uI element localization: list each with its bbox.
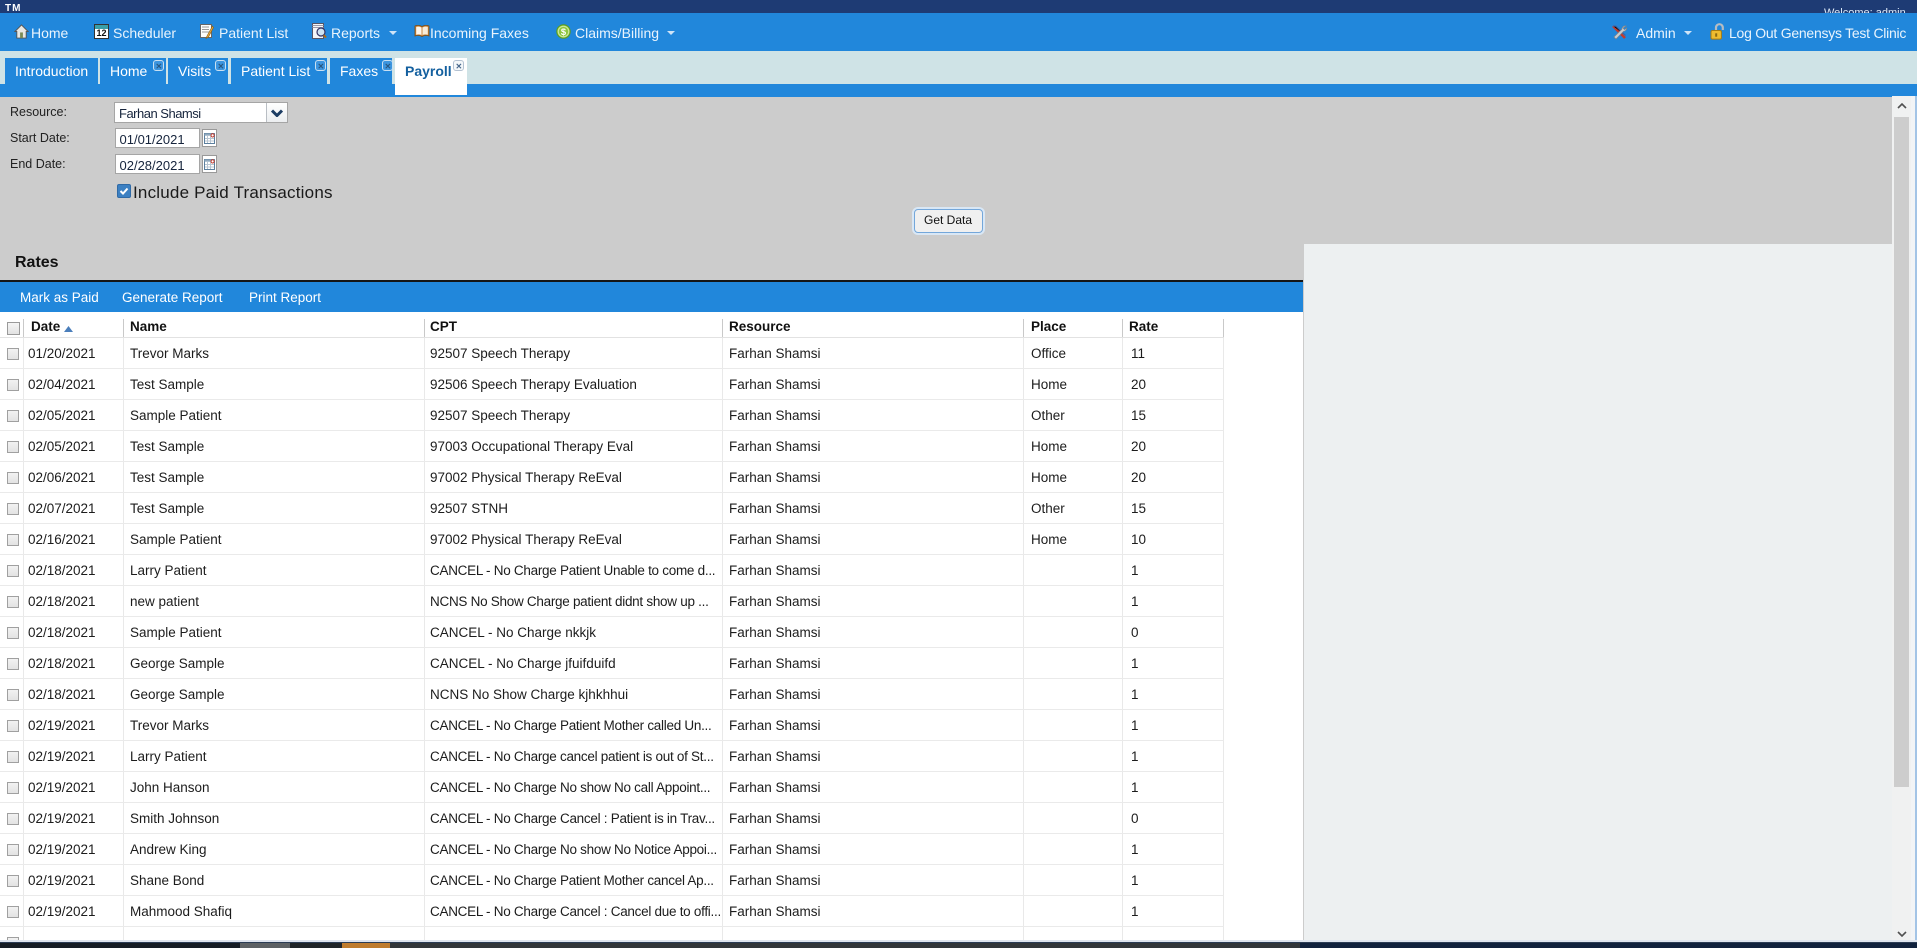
svg-text:$: $ [561, 27, 567, 37]
svg-text:12: 12 [96, 28, 106, 38]
